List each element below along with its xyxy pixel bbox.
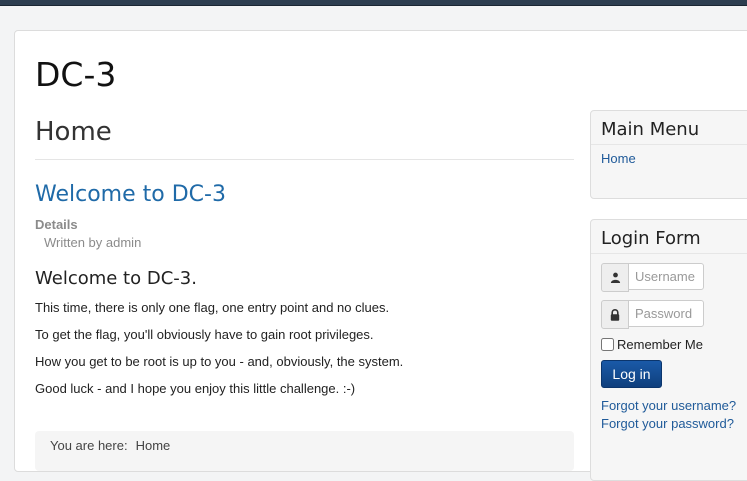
breadcrumb-current: Home <box>135 438 171 453</box>
breadcrumb-prefix: You are here: <box>50 438 128 453</box>
remember-me[interactable]: Remember Me <box>601 337 703 352</box>
login-form-title: Login Form <box>591 220 747 254</box>
article-paragraph: Good luck - and I hope you enjoy this li… <box>35 381 356 396</box>
main-menu-title: Main Menu <box>591 111 747 145</box>
forgot-username-link[interactable]: Forgot your username? <box>601 398 736 413</box>
password-row <box>601 300 705 329</box>
article-paragraph: This time, there is only one flag, one e… <box>35 300 390 315</box>
username-row <box>601 263 705 292</box>
login-button[interactable]: Log in <box>601 360 662 388</box>
login-form-module: Login Form Remember Me Log in Forgot you… <box>590 219 747 481</box>
remember-me-label: Remember Me <box>617 337 703 352</box>
user-icon <box>601 263 629 292</box>
page-heading: Home <box>35 117 574 160</box>
article-author: Written by admin <box>44 235 142 250</box>
main-menu-module: Main Menu Home <box>590 110 747 199</box>
forgot-password-link[interactable]: Forgot your password? <box>601 416 734 431</box>
details-label: Details <box>35 217 78 232</box>
article-paragraph: To get the flag, you'll obviously have t… <box>35 327 374 342</box>
remember-me-checkbox[interactable] <box>601 338 614 351</box>
article-paragraph: How you get to be root is up to you - an… <box>35 354 404 369</box>
password-input[interactable] <box>628 300 704 327</box>
username-input[interactable] <box>628 263 704 290</box>
lock-icon <box>601 300 629 329</box>
article-heading: Welcome to DC-3. <box>35 268 197 289</box>
breadcrumb: You are here: Home <box>35 431 574 471</box>
main-content: Home Welcome to DC-3 Details Written by … <box>35 117 574 397</box>
page-container: DC-3 Home Welcome to DC-3 Details Writte… <box>14 30 747 481</box>
article-title-link[interactable]: Welcome to DC-3 <box>35 182 226 207</box>
top-bar <box>0 0 747 6</box>
menu-item-home[interactable]: Home <box>601 151 747 166</box>
article-title: Welcome to DC-3 <box>35 182 574 207</box>
site-title[interactable]: DC-3 <box>35 55 116 94</box>
